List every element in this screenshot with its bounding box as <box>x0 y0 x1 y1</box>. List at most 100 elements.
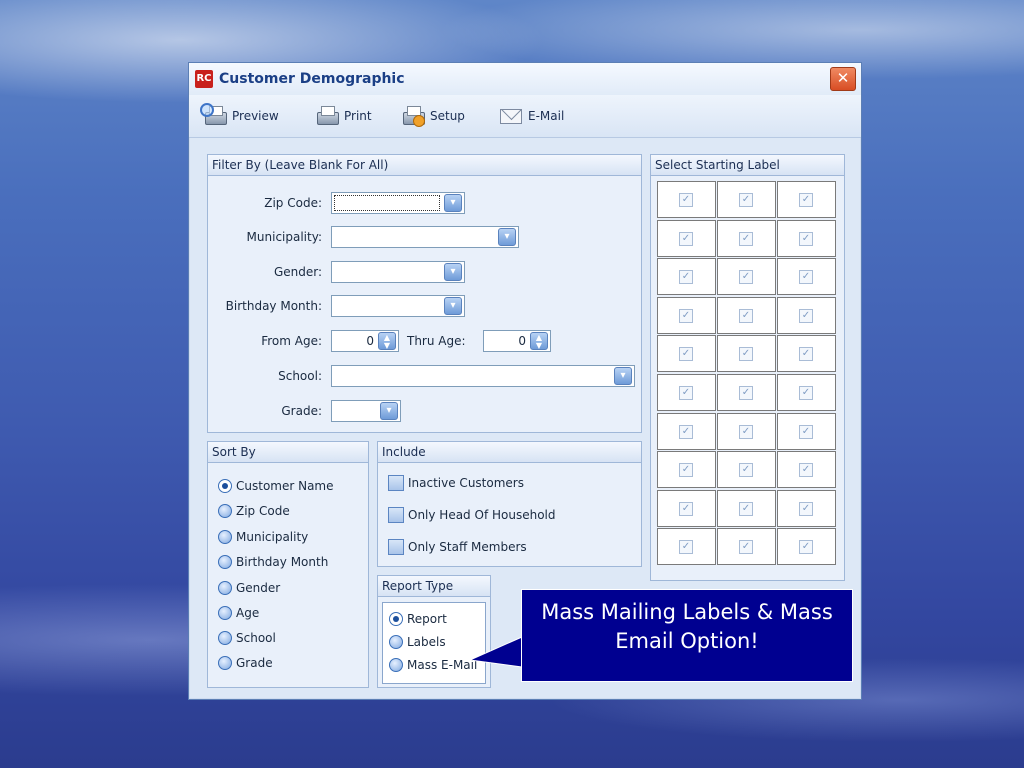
label-cell[interactable]: ✓ <box>717 451 776 488</box>
label-cell[interactable]: ✓ <box>657 413 716 450</box>
checkmark-icon[interactable]: ✓ <box>799 232 813 246</box>
label-cell[interactable]: ✓ <box>657 220 716 257</box>
checkmark-icon[interactable]: ✓ <box>799 425 813 439</box>
sort-option-zip-code[interactable]: Zip Code <box>218 501 290 521</box>
checkmark-icon[interactable]: ✓ <box>679 309 693 323</box>
label-cell[interactable]: ✓ <box>777 528 836 565</box>
label-cell[interactable]: ✓ <box>777 220 836 257</box>
radio-icon[interactable] <box>218 555 232 569</box>
label-cell[interactable]: ✓ <box>717 335 776 372</box>
label-cell[interactable]: ✓ <box>777 258 836 295</box>
label-cell[interactable]: ✓ <box>657 335 716 372</box>
label-cell[interactable]: ✓ <box>717 374 776 411</box>
checkmark-icon[interactable]: ✓ <box>739 425 753 439</box>
checkbox-icon[interactable] <box>388 507 404 523</box>
label-cell[interactable]: ✓ <box>657 528 716 565</box>
label-cell[interactable]: ✓ <box>777 490 836 527</box>
label-cell[interactable]: ✓ <box>717 220 776 257</box>
label-cell[interactable]: ✓ <box>657 451 716 488</box>
radio-selected-icon[interactable] <box>218 479 232 493</box>
chevron-down-icon[interactable]: ▾ <box>444 297 462 315</box>
gender-field[interactable]: ▾ <box>331 261 465 283</box>
close-button[interactable]: ✕ <box>830 67 856 91</box>
checkmark-icon[interactable]: ✓ <box>679 425 693 439</box>
checkmark-icon[interactable]: ✓ <box>679 463 693 477</box>
radio-icon[interactable] <box>218 631 232 645</box>
radio-icon[interactable] <box>218 606 232 620</box>
checkbox-icon[interactable] <box>388 475 404 491</box>
checkmark-icon[interactable]: ✓ <box>799 309 813 323</box>
checkmark-icon[interactable]: ✓ <box>799 463 813 477</box>
label-cell[interactable]: ✓ <box>657 297 716 334</box>
checkmark-icon[interactable]: ✓ <box>799 540 813 554</box>
chevron-down-icon[interactable]: ▾ <box>380 402 398 420</box>
checkmark-icon[interactable]: ✓ <box>739 193 753 207</box>
checkmark-icon[interactable]: ✓ <box>679 193 693 207</box>
label-cell[interactable]: ✓ <box>777 297 836 334</box>
checkmark-icon[interactable]: ✓ <box>679 347 693 361</box>
label-cell[interactable]: ✓ <box>657 490 716 527</box>
chevron-down-icon[interactable]: ▾ <box>444 194 462 212</box>
spinner-arrows-icon[interactable]: ▲ ▼ <box>378 332 396 350</box>
checkmark-icon[interactable]: ✓ <box>739 386 753 400</box>
label-cell[interactable]: ✓ <box>777 451 836 488</box>
label-cell[interactable]: ✓ <box>717 258 776 295</box>
radio-icon[interactable] <box>389 635 403 649</box>
checkmark-icon[interactable]: ✓ <box>739 502 753 516</box>
label-cell[interactable]: ✓ <box>657 181 716 218</box>
preview-button[interactable]: Preview <box>200 103 279 129</box>
checkmark-icon[interactable]: ✓ <box>739 463 753 477</box>
radio-icon[interactable] <box>218 530 232 544</box>
sort-option-grade[interactable]: Grade <box>218 653 273 673</box>
checkmark-icon[interactable]: ✓ <box>799 502 813 516</box>
chevron-down-icon[interactable]: ▾ <box>498 228 516 246</box>
spinner-arrows-icon[interactable]: ▲ ▼ <box>530 332 548 350</box>
label-cell[interactable]: ✓ <box>777 413 836 450</box>
checkmark-icon[interactable]: ✓ <box>739 347 753 361</box>
label-cell[interactable]: ✓ <box>717 528 776 565</box>
grade-field[interactable]: ▾ <box>331 400 401 422</box>
label-cell[interactable]: ✓ <box>657 258 716 295</box>
print-button[interactable]: Print <box>315 103 372 129</box>
report-type-report[interactable]: Report <box>389 609 447 629</box>
checkmark-icon[interactable]: ✓ <box>799 270 813 284</box>
include-only-staff-members[interactable]: Only Staff Members <box>388 537 527 557</box>
checkbox-icon[interactable] <box>388 539 404 555</box>
checkmark-icon[interactable]: ✓ <box>799 386 813 400</box>
checkmark-icon[interactable]: ✓ <box>739 232 753 246</box>
sort-option-gender[interactable]: Gender <box>218 578 280 598</box>
checkmark-icon[interactable]: ✓ <box>679 540 693 554</box>
checkmark-icon[interactable]: ✓ <box>799 193 813 207</box>
radio-icon[interactable] <box>389 658 403 672</box>
checkmark-icon[interactable]: ✓ <box>679 502 693 516</box>
checkmark-icon[interactable]: ✓ <box>739 309 753 323</box>
sort-option-municipality[interactable]: Municipality <box>218 527 308 547</box>
from-age-stepper[interactable]: 0 ▲ ▼ <box>331 330 399 352</box>
chevron-down-icon[interactable]: ▾ <box>614 367 632 385</box>
checkmark-icon[interactable]: ✓ <box>679 232 693 246</box>
label-cell[interactable]: ✓ <box>717 297 776 334</box>
email-button[interactable]: E-Mail <box>499 103 564 129</box>
checkmark-icon[interactable]: ✓ <box>739 270 753 284</box>
checkmark-icon[interactable]: ✓ <box>739 540 753 554</box>
municipality-field[interactable]: ▾ <box>331 226 519 248</box>
label-cell[interactable]: ✓ <box>717 413 776 450</box>
label-cell[interactable]: ✓ <box>657 374 716 411</box>
label-cell[interactable]: ✓ <box>777 374 836 411</box>
label-cell[interactable]: ✓ <box>777 181 836 218</box>
checkmark-icon[interactable]: ✓ <box>679 270 693 284</box>
birthday-month-field[interactable]: ▾ <box>331 295 465 317</box>
setup-button[interactable]: Setup <box>401 103 465 129</box>
sort-option-birthday-month[interactable]: Birthday Month <box>218 552 328 572</box>
sort-option-customer-name[interactable]: Customer Name <box>218 476 334 496</box>
label-cell[interactable]: ✓ <box>717 181 776 218</box>
school-field[interactable]: ▾ <box>331 365 635 387</box>
report-type-labels[interactable]: Labels <box>389 632 446 652</box>
checkmark-icon[interactable]: ✓ <box>679 386 693 400</box>
label-cell[interactable]: ✓ <box>777 335 836 372</box>
report-type-mass-email[interactable]: Mass E-Mail <box>389 655 477 675</box>
thru-age-stepper[interactable]: 0 ▲ ▼ <box>483 330 551 352</box>
sort-option-age[interactable]: Age <box>218 603 259 623</box>
radio-icon[interactable] <box>218 581 232 595</box>
sort-option-school[interactable]: School <box>218 628 276 648</box>
